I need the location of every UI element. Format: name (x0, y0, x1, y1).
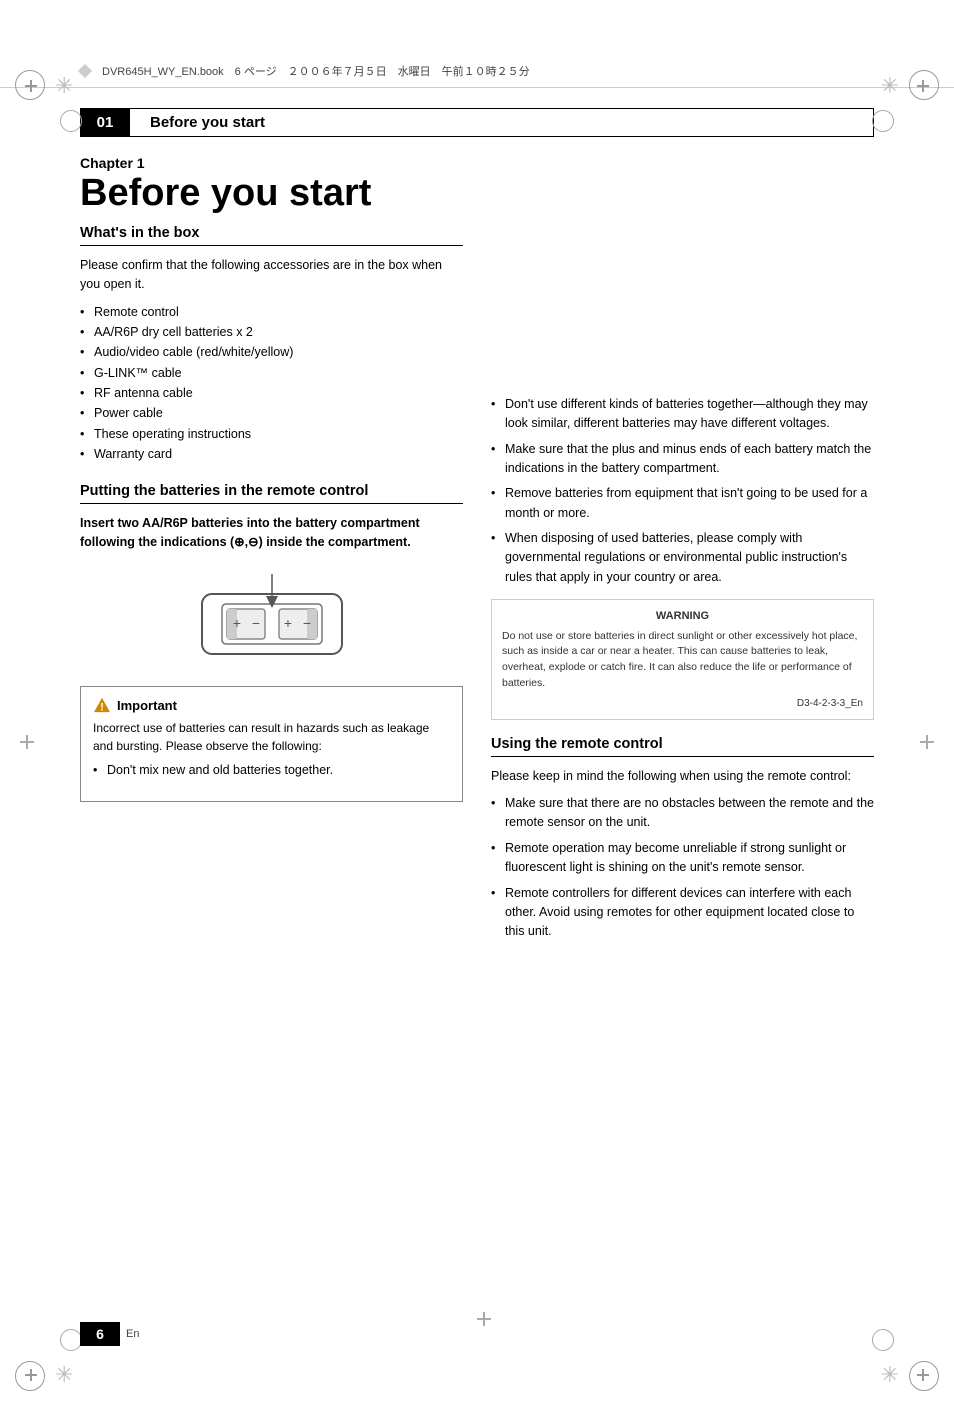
page-number: 6 (80, 1322, 120, 1346)
file-info-bar: DVR645H_WY_EN.book 6 ページ ２００６年７月５日 水曜日 午… (0, 55, 954, 88)
list-item: RF antenna cable (80, 384, 463, 403)
inner-corner-tr (872, 110, 894, 132)
whats-in-box-intro: Please confirm that the following access… (80, 256, 463, 295)
svg-text:!: ! (100, 702, 104, 714)
mid-crosshair-right (920, 735, 934, 749)
whats-in-box-section: What's in the box Please confirm that th… (80, 225, 463, 465)
battery-svg: + − + − (172, 564, 372, 674)
chapter-number: 01 (80, 108, 130, 137)
deco-shape-bl: ✳ (55, 1364, 73, 1386)
using-remote-intro: Please keep in mind the following when u… (491, 767, 874, 786)
using-remote-section: Using the remote control Please keep in … (491, 736, 874, 942)
warning-code: D3-4-2-3-3_En (502, 696, 863, 711)
warning-triangle-icon: ! (93, 697, 111, 713)
page-footer: 6 En (80, 1322, 139, 1346)
important-box: ! Important Incorrect use of batteries c… (80, 686, 463, 801)
left-column: What's in the box Please confirm that th… (80, 225, 463, 954)
mid-crosshair-left (20, 735, 34, 749)
list-item: Make sure that the plus and minus ends o… (491, 440, 874, 479)
using-remote-heading: Using the remote control (491, 736, 874, 757)
diamond-icon (78, 64, 92, 78)
using-remote-list: Make sure that there are no obstacles be… (491, 794, 874, 942)
inner-corner-bl (60, 1329, 82, 1351)
list-item: AA/R6P dry cell batteries x 2 (80, 323, 463, 342)
batteries-heading: Putting the batteries in the remote cont… (80, 483, 463, 504)
svg-text:−: − (251, 615, 259, 631)
corner-decoration-br (894, 1346, 944, 1396)
two-column-content: What's in the box Please confirm that th… (80, 225, 874, 954)
warning-title: WARNING (502, 608, 863, 625)
battery-illustration: + − + − (80, 564, 463, 674)
list-item: Remote control (80, 303, 463, 322)
batteries-instruction: Insert two AA/R6P batteries into the bat… (80, 514, 463, 553)
chapter-header: 01 Before you start (80, 108, 874, 137)
warning-box: WARNING Do not use or store batteries in… (491, 599, 874, 720)
list-item: G-LINK™ cable (80, 364, 463, 383)
list-item: Power cable (80, 404, 463, 423)
warning-text: Do not use or store batteries in direct … (502, 629, 863, 692)
list-item: Audio/video cable (red/white/yellow) (80, 343, 463, 362)
svg-text:+: + (283, 615, 291, 631)
important-label: Important (117, 698, 177, 713)
whats-in-box-list: Remote control AA/R6P dry cell batteries… (80, 303, 463, 465)
important-heading: ! Important (93, 697, 450, 713)
svg-text:+: + (232, 615, 240, 631)
list-item: Remote controllers for different devices… (491, 884, 874, 942)
important-intro-text: Incorrect use of batteries can result in… (93, 719, 450, 755)
big-title-area: Chapter 1 Before you start (80, 155, 874, 215)
batteries-section: Putting the batteries in the remote cont… (80, 483, 463, 802)
list-item: Remote operation may become unreliable i… (491, 839, 874, 878)
list-item: Don't use different kinds of batteries t… (491, 395, 874, 434)
deco-shape-br: ✳ (881, 1364, 899, 1386)
inner-corner-br (872, 1329, 894, 1351)
mid-crosshair-bottom (477, 1312, 491, 1326)
battery-bullets-continued: Don't use different kinds of batteries t… (491, 395, 874, 720)
whats-in-box-heading: What's in the box (80, 225, 463, 246)
svg-text:−: − (302, 615, 310, 631)
deco-shape-tl: ✳ (55, 75, 73, 97)
list-item: Don't mix new and old batteries together… (93, 761, 450, 780)
chapter-header-title: Before you start (130, 108, 874, 137)
deco-shape-tr: ✳ (881, 75, 899, 97)
page-lang: En (126, 1328, 139, 1340)
list-item: Warranty card (80, 445, 463, 464)
file-info-text: DVR645H_WY_EN.book 6 ページ ２００６年７月５日 水曜日 午… (102, 63, 530, 79)
chapter-title: Before you start (80, 173, 874, 215)
list-item: These operating instructions (80, 425, 463, 444)
list-item: When disposing of used batteries, please… (491, 529, 874, 587)
corner-decoration-tl (10, 65, 60, 115)
important-bullets: Don't mix new and old batteries together… (93, 761, 450, 780)
chapter-label: Chapter 1 (80, 155, 874, 171)
inner-corner-tl (60, 110, 82, 132)
battery-right-list: Don't use different kinds of batteries t… (491, 395, 874, 587)
corner-decoration-tr (894, 65, 944, 115)
corner-decoration-bl (10, 1346, 60, 1396)
list-item: Make sure that there are no obstacles be… (491, 794, 874, 833)
right-column: Don't use different kinds of batteries t… (491, 225, 874, 954)
list-item: Remove batteries from equipment that isn… (491, 484, 874, 523)
